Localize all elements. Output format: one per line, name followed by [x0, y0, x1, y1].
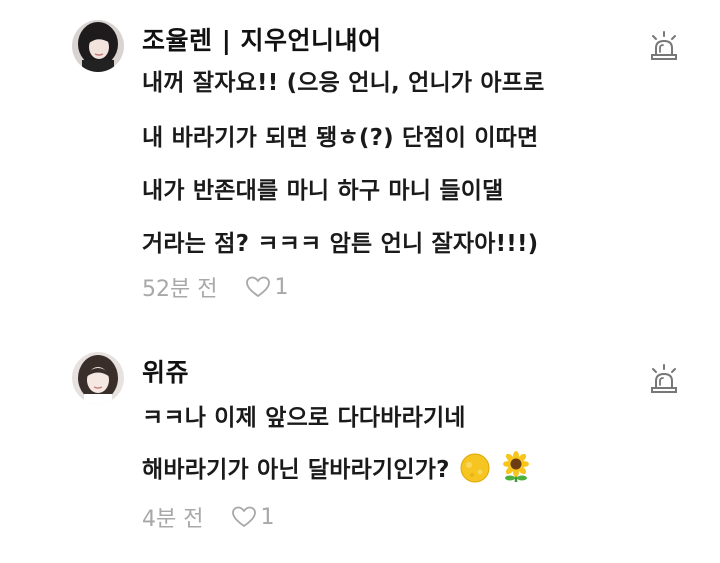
report-button[interactable]	[648, 30, 680, 62]
like-button[interactable]: 1	[245, 275, 288, 300]
heart-icon	[246, 276, 271, 297]
comment-author[interactable]: 위쥬	[142, 353, 189, 389]
sunflower-icon	[500, 451, 532, 489]
comment-timestamp: 4분 전	[142, 507, 204, 532]
comment-text-line: 거라는 점? ㅋㅋㅋ 암튼 언니 잘자아!!!)	[142, 231, 539, 257]
heart-icon	[232, 506, 257, 527]
avatar-dark-hair-icon	[72, 20, 124, 72]
like-count: 1	[260, 504, 275, 530]
comment-item: 위쥬 ㅋㅋ나 이제 앞으로 다다바라기네 해바라기가 아닌 달바라기인가? 4분…	[0, 320, 720, 563]
avatar[interactable]	[72, 20, 124, 72]
comment-text-line: 내 바라기가 되면 됑ㅎ(?) 단점이 이따면	[142, 125, 539, 151]
comment-timestamp: 52분 전	[142, 277, 218, 302]
avatar[interactable]	[72, 352, 124, 404]
siren-report-icon	[651, 364, 677, 393]
comment-item: 조율렌 | 지우언니냬어 내꺼 잘자요!! (으응 언니, 언니가 아프로 내 …	[0, 0, 720, 320]
comment-text-line: 내가 반존대를 마니 하구 마니 들이댈	[142, 178, 504, 204]
like-count: 1	[274, 274, 289, 300]
comment-text-line: ㅋㅋ나 이제 앞으로 다다바라기네	[142, 405, 466, 431]
comment-list: 조율렌 | 지우언니냬어 내꺼 잘자요!! (으응 언니, 언니가 아프로 내 …	[0, 0, 720, 563]
comment-author[interactable]: 조율렌 | 지우언니냬어	[142, 21, 382, 57]
like-button[interactable]: 1	[231, 505, 274, 530]
comment-text-line: 해바라기가 아닌 달바라기인가?	[142, 450, 532, 489]
comment-meta: 52분 전 1	[142, 271, 288, 303]
comment-text-line: 내꺼 잘자요!! (으응 언니, 언니가 아프로	[142, 70, 545, 96]
avatar-light-hair-icon	[72, 352, 124, 404]
comment-meta: 4분 전 1	[142, 501, 274, 533]
siren-report-icon	[651, 31, 677, 60]
report-button[interactable]	[648, 363, 680, 395]
comment-text-segment: 해바라기가 아닌 달바라기인가?	[142, 457, 450, 483]
full-moon-face-icon	[460, 453, 490, 489]
